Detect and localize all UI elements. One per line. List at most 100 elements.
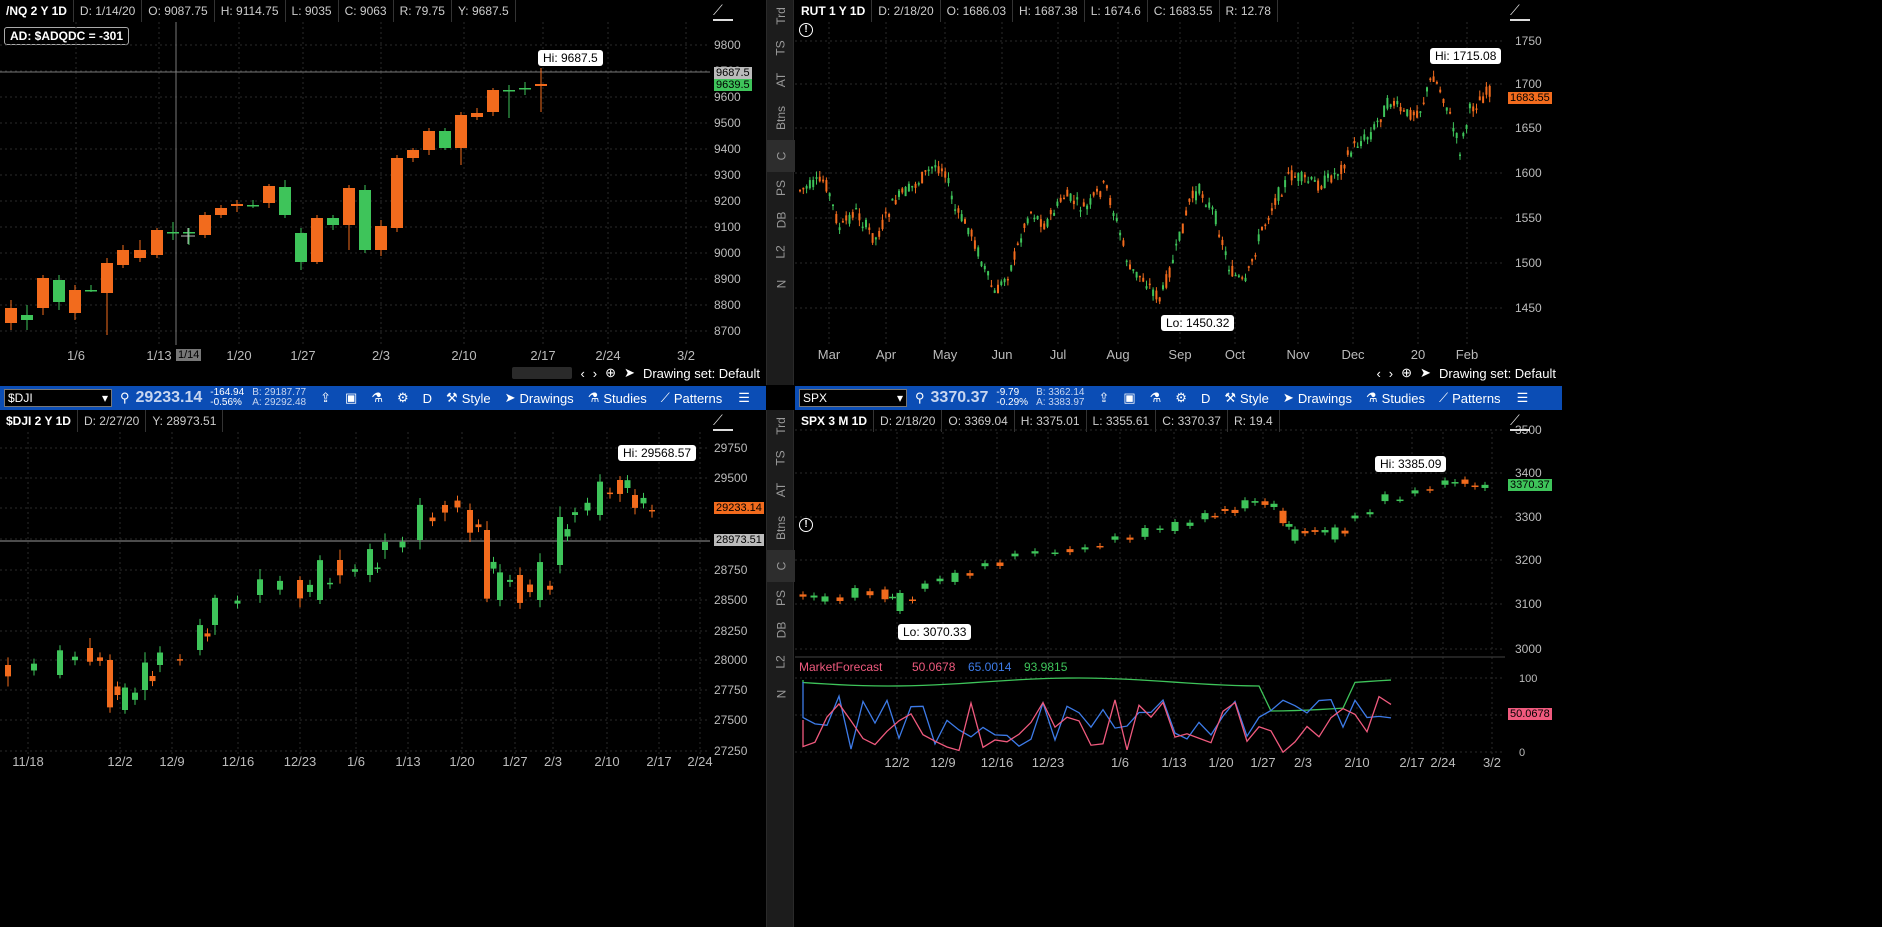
rut-candle [1109, 197, 1112, 206]
dji-candle [114, 686, 121, 696]
dji-style-button[interactable]: ⚒ Style [446, 390, 491, 406]
spx-studies-button[interactable]: ⚗ Studies [1366, 390, 1425, 406]
spx-candle [921, 583, 929, 589]
rut-scroll-right-icon[interactable]: › [1389, 366, 1393, 381]
dji-candle [537, 562, 543, 600]
nq-candle [391, 158, 403, 228]
dji-symbol-input[interactable]: $DJI ▾ [4, 389, 112, 407]
nq-scroll-left-icon[interactable]: ‹ [580, 366, 584, 381]
sidebar-tab-c[interactable]: C [767, 140, 795, 172]
nq-chart-panel[interactable]: /NQ 2 Y 1D D: 1/14/20 O: 9087.75 H: 9114.75… [0, 0, 766, 385]
flask-icon[interactable]: ⚗ [1150, 390, 1162, 406]
rut-candle [911, 185, 914, 188]
nq-scroll-right-icon[interactable]: › [593, 366, 597, 381]
sidebar-tab-db[interactable]: DB [767, 204, 795, 236]
rut-candle [1360, 141, 1362, 146]
spx-candle [1141, 528, 1149, 537]
nq-bottom-bar: ‹ › ⊕ ➤ Drawing set: Default [0, 362, 766, 384]
share-icon[interactable]: ⇪ [320, 390, 331, 406]
spx-candle [1126, 537, 1134, 540]
sidebar-tab-at[interactable]: AT [767, 474, 795, 506]
chevron-down-icon[interactable]: ▾ [102, 391, 108, 405]
sidebar-tab-c[interactable]: C [767, 550, 795, 582]
spx-drawings-button[interactable]: ➤ Drawings [1283, 390, 1352, 406]
nq-candle [183, 232, 195, 234]
rut-drawing-set[interactable]: Drawing set: Default [1439, 366, 1556, 381]
nq-drawing-set[interactable]: Drawing set: Default [643, 366, 760, 381]
rut-drawing-tool-icon[interactable]: ⟋ [1510, 3, 1530, 21]
dji-candle-chart[interactable]: 2975029500292502900028750285002825028000… [0, 410, 766, 927]
sidebar-tab-trd[interactable]: Trd [767, 0, 795, 32]
sidebar-tab-btns[interactable]: Btns [767, 96, 795, 140]
dji-toolbar: $DJI ▾ ⚲ 29233.14 -164.94 -0.56% B: 29187.… [0, 386, 766, 410]
spx-symbol-input[interactable]: SPX ▾ [799, 389, 907, 407]
gear-icon[interactable]: ⚙ [397, 390, 409, 406]
rut-candle [1346, 150, 1349, 155]
nq-drawing-tool-icon[interactable]: ⟋ [713, 3, 733, 21]
rut-pointer-icon[interactable]: ➤ [1420, 365, 1431, 381]
sidebar-tab-l2[interactable]: L2 [767, 646, 795, 678]
sidebar-tab-ps[interactable]: PS [767, 582, 795, 614]
dji-period-button[interactable]: D [423, 391, 432, 406]
spx-candle [909, 599, 916, 601]
spx-candle [1481, 484, 1489, 488]
rut-zoom-icon[interactable]: ⊕ [1401, 365, 1412, 381]
nq-y-tick: 9200 [714, 194, 741, 208]
rut-candle [818, 176, 821, 182]
flask-icon[interactable]: ⚗ [371, 390, 383, 406]
menu-icon[interactable]: ☰ [1517, 390, 1529, 406]
link-icon[interactable]: ⚲ [915, 390, 925, 406]
dji-drawing-tool-icon[interactable]: ⟋ [713, 413, 733, 431]
chevron-down-icon[interactable]: ▾ [897, 391, 903, 405]
rut-candle [1402, 110, 1405, 112]
rut-candle [1043, 223, 1046, 230]
rut-candle [1455, 132, 1458, 139]
gear-icon[interactable]: ⚙ [1175, 390, 1187, 406]
nq-pointer-icon[interactable]: ➤ [624, 365, 635, 381]
rut-candle [1132, 269, 1135, 271]
dji-chart-panel[interactable]: $DJI 2 Y 1D D: 2/27/20 Y: 28973.51 29750 29… [0, 410, 766, 927]
spx-chart-panel[interactable]: SPX 3 M 1D D: 2/18/20 O: 3369.04 H: 3375.01… [795, 410, 1562, 927]
rut-candle [1148, 283, 1151, 286]
rut-candle [1261, 226, 1263, 231]
spx-style-button[interactable]: ⚒ Style [1224, 390, 1269, 406]
menu-icon[interactable]: ☰ [738, 390, 750, 406]
dji-candle [177, 659, 183, 661]
spx-candle [1426, 489, 1434, 491]
dji-studies-button[interactable]: ⚗ Studies [588, 390, 647, 406]
rut-chart-panel[interactable]: RUT 1 Y 1D D: 2/18/20 O: 1686.03 H: 1687.38… [795, 0, 1562, 385]
spx-drawing-tool-icon[interactable]: ⟋ [1510, 413, 1530, 431]
share-icon[interactable]: ⇪ [1098, 390, 1109, 406]
link-icon[interactable]: ⚲ [120, 390, 130, 406]
sidebar-tab-ps[interactable]: PS [767, 172, 795, 204]
dji-drawings-button[interactable]: ➤ Drawings [505, 390, 574, 406]
sidebar-tab-l2[interactable]: L2 [767, 236, 795, 268]
nq-zoom-icon[interactable]: ⊕ [605, 365, 616, 381]
sidebar-tab-n[interactable]: N [767, 678, 795, 710]
sidebar-tab-trd[interactable]: Trd [767, 410, 795, 442]
rut-candle [1379, 119, 1382, 123]
dji-patterns-button[interactable]: ⟋ Patterns [661, 390, 723, 406]
rut-x-tick: Aug [1106, 347, 1129, 362]
rut-candle [1198, 183, 1201, 194]
rut-candle [957, 208, 960, 213]
screenshot-icon[interactable]: ▣ [345, 390, 357, 406]
screenshot-icon[interactable]: ▣ [1123, 390, 1135, 406]
sidebar-tab-at[interactable]: AT [767, 64, 795, 96]
rut-candle [1076, 197, 1079, 200]
sidebar-tab-btns[interactable]: Btns [767, 506, 795, 550]
sidebar-tab-n[interactable]: N [767, 268, 795, 300]
sidebar-tab-db[interactable]: DB [767, 614, 795, 646]
nq-candle-chart[interactable]: 9800970096009500940093009200910090008900… [0, 0, 766, 385]
dji-candle [507, 579, 513, 582]
market-forecast-value-1: 50.0678 [912, 660, 956, 674]
sidebar-tab-ts[interactable]: TS [767, 442, 795, 474]
rut-candle [1208, 202, 1211, 208]
sidebar-tab-ts[interactable]: TS [767, 32, 795, 64]
spx-candle-chart[interactable]: 35003400330032003100300012/2 12/9 12/16 12/… [795, 410, 1562, 927]
dji-candle [454, 500, 461, 508]
spx-patterns-button[interactable]: ⟋ Patterns [1439, 390, 1501, 406]
spx-period-button[interactable]: D [1201, 391, 1210, 406]
nq-scroll-thumb[interactable] [512, 367, 573, 379]
rut-scroll-left-icon[interactable]: ‹ [1376, 366, 1380, 381]
